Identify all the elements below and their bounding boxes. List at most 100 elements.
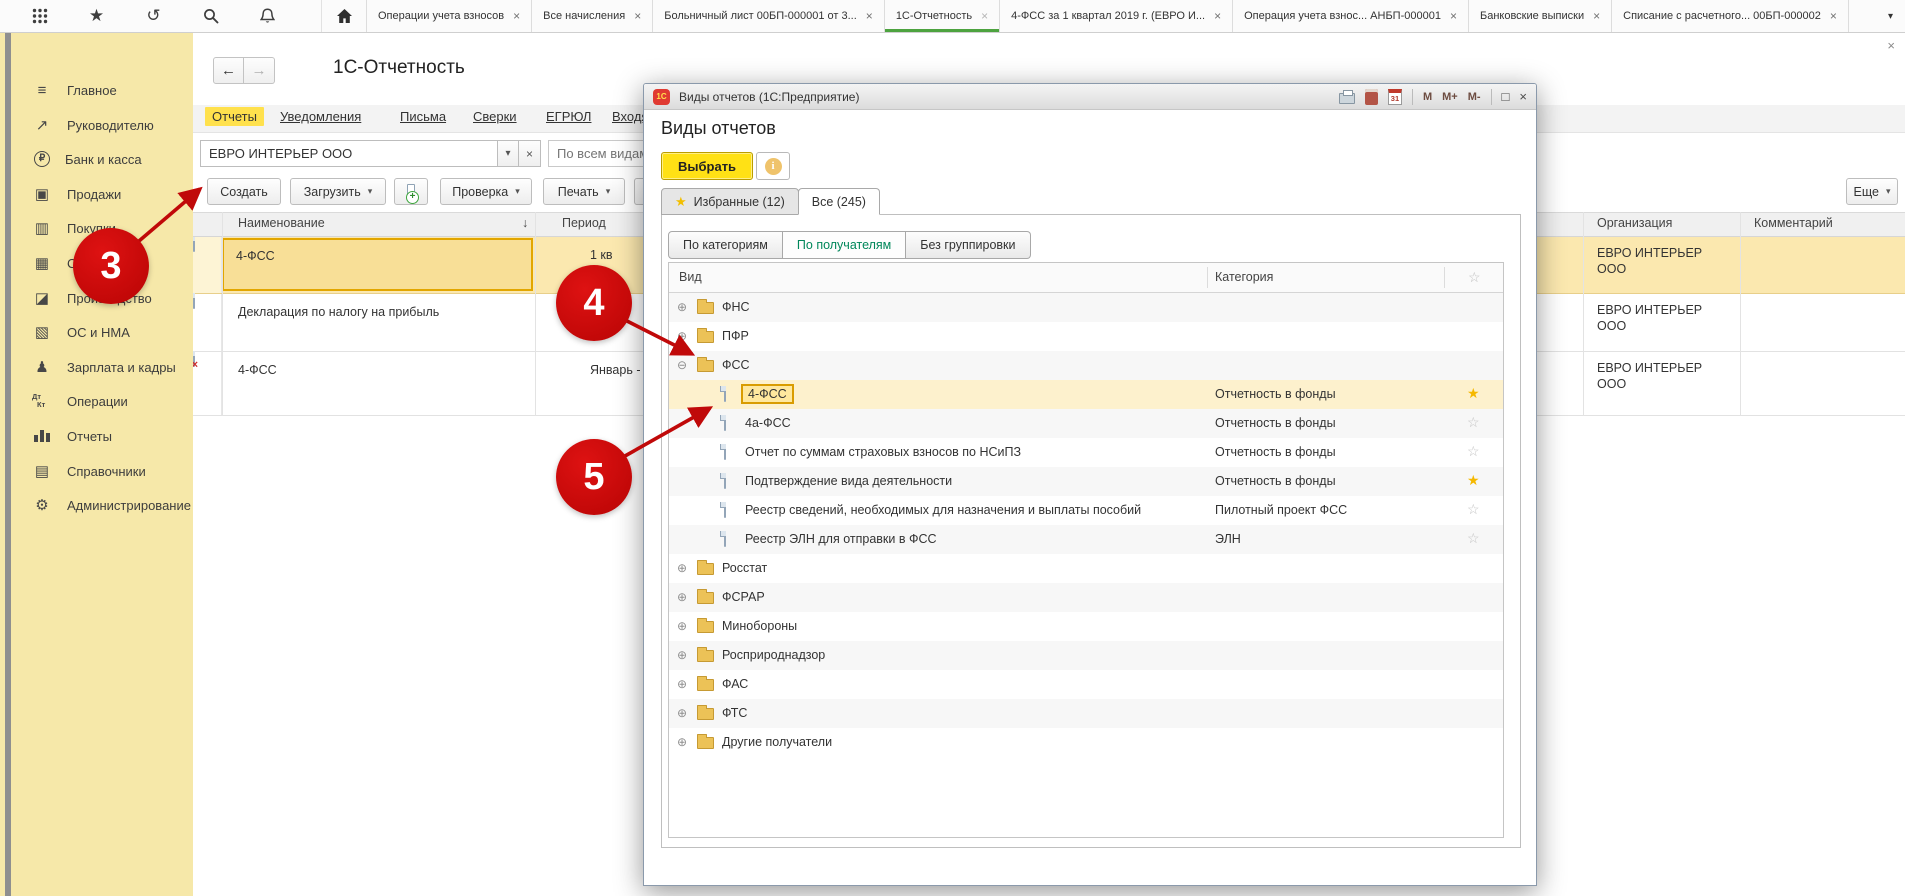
select-button[interactable]: Выбрать bbox=[661, 152, 753, 180]
collapse-icon[interactable]: ⊖ bbox=[677, 359, 687, 371]
app-tab-1c-otchetnost[interactable]: 1С-Отчетность× bbox=[885, 0, 1000, 32]
group-row-minoborony[interactable]: ⊕Минобороны bbox=[669, 612, 1503, 641]
app-tab-bolnichny-list[interactable]: Больничный лист 00БП-000001 от 3...× bbox=[653, 0, 885, 32]
sidebar-item-bank-i-kassa[interactable]: ₽Банк и касса bbox=[32, 142, 142, 176]
sidebar-item-proizvodstvo[interactable]: ◪Производство bbox=[32, 281, 152, 315]
search-icon[interactable] bbox=[201, 7, 220, 26]
expand-icon[interactable]: ⊕ bbox=[677, 301, 687, 313]
sidebar-item-operacii[interactable]: ДтКтОперации bbox=[32, 384, 128, 418]
group-row-fts[interactable]: ⊕ФТС bbox=[669, 699, 1503, 728]
home-tab[interactable] bbox=[321, 0, 367, 32]
load-button[interactable]: Загрузить▾ bbox=[290, 178, 386, 205]
favorite-column-star-icon[interactable]: ☆ bbox=[1468, 269, 1481, 286]
tabs-overflow-icon[interactable]: ▾ bbox=[1882, 0, 1899, 33]
sidebar-item-rukovoditelyu[interactable]: ↗Руководителю bbox=[32, 108, 154, 142]
dialog-title-bar[interactable]: 1С Виды отчетов (1С:Предприятие) 31 M M+… bbox=[644, 84, 1536, 110]
organization-input[interactable] bbox=[200, 140, 497, 167]
tab-close-icon[interactable]: × bbox=[981, 10, 988, 22]
form-close-icon[interactable]: × bbox=[1887, 38, 1895, 53]
menu-grid-icon[interactable] bbox=[30, 7, 49, 26]
column-header-category[interactable]: Категория bbox=[1215, 270, 1273, 284]
group-row-fns[interactable]: ⊕ФНС bbox=[669, 293, 1503, 322]
check-button[interactable]: Проверка▾ bbox=[440, 178, 532, 205]
tab-close-icon[interactable]: × bbox=[1450, 10, 1457, 22]
notifications-bell-icon[interactable] bbox=[258, 7, 277, 26]
tab-close-icon[interactable]: × bbox=[513, 10, 520, 22]
column-header-period[interactable]: Период bbox=[562, 216, 606, 230]
print-icon[interactable] bbox=[1339, 93, 1355, 104]
tab-close-icon[interactable]: × bbox=[1214, 10, 1221, 22]
org-dropdown-icon[interactable]: ▾ bbox=[497, 140, 519, 167]
section-tab-sverki[interactable]: Сверки bbox=[473, 109, 517, 124]
create-from-file-button[interactable] bbox=[394, 178, 428, 205]
item-row-otchet-nsipz[interactable]: Отчет по суммам страховых взносов по НСи… bbox=[669, 438, 1503, 467]
group-row-fsrar[interactable]: ⊕ФСРАР bbox=[669, 583, 1503, 612]
tab-close-icon[interactable]: × bbox=[866, 10, 873, 22]
favorite-star-icon[interactable]: ☆ bbox=[1467, 414, 1480, 431]
create-button[interactable]: Создать bbox=[207, 178, 281, 205]
sidebar-item-glavnoe[interactable]: ≡Главное bbox=[32, 73, 117, 107]
app-tab-vse-nachisleniya[interactable]: Все начисления× bbox=[532, 0, 653, 32]
tab-close-icon[interactable]: × bbox=[1593, 10, 1600, 22]
item-row-4a-fss[interactable]: 4а-ФССОтчетность в фонды☆ bbox=[669, 409, 1503, 438]
expand-icon[interactable]: ⊕ bbox=[677, 736, 687, 748]
print-button[interactable]: Печать▾ bbox=[543, 178, 625, 205]
forward-button[interactable]: → bbox=[244, 57, 275, 84]
group-by-recipients-button[interactable]: По получателям bbox=[783, 231, 906, 259]
column-header-name[interactable]: Наименование bbox=[238, 216, 325, 230]
tab-close-icon[interactable]: × bbox=[1830, 10, 1837, 22]
group-row-fss[interactable]: ⊖ФСС bbox=[669, 351, 1503, 380]
tab-favorites[interactable]: ★Избранные (12) bbox=[661, 188, 799, 215]
calendar-icon[interactable]: 31 bbox=[1388, 89, 1402, 105]
app-tab-operaciya-ucheta-vznosov[interactable]: Операция учета взнос... АНБП-000001× bbox=[1233, 0, 1469, 32]
app-tab-bankovskie-vypiski[interactable]: Банковские выписки× bbox=[1469, 0, 1612, 32]
tab-all[interactable]: Все (245) bbox=[798, 188, 880, 215]
group-row-rosstat[interactable]: ⊕Росстат bbox=[669, 554, 1503, 583]
group-row-fas[interactable]: ⊕ФАС bbox=[669, 670, 1503, 699]
expand-icon[interactable]: ⊕ bbox=[677, 707, 687, 719]
group-row-rosprirodnadzor[interactable]: ⊕Росприроднадзор bbox=[669, 641, 1503, 670]
favorite-star-icon[interactable]: ★ bbox=[1467, 385, 1480, 402]
scale-m-plus-button[interactable]: M+ bbox=[1442, 91, 1458, 103]
scale-m-button[interactable]: M bbox=[1423, 91, 1432, 103]
item-row-reestr-svedeniy[interactable]: Реестр сведений, необходимых для назначе… bbox=[669, 496, 1503, 525]
dialog-close-button[interactable]: × bbox=[1519, 89, 1527, 104]
group-row-pfr[interactable]: ⊕ПФР bbox=[669, 322, 1503, 351]
no-grouping-button[interactable]: Без группировки bbox=[906, 231, 1030, 259]
expand-icon[interactable]: ⊕ bbox=[677, 678, 687, 690]
sidebar-item-sklad[interactable]: ▦Склад bbox=[32, 246, 105, 280]
expand-icon[interactable]: ⊕ bbox=[677, 649, 687, 661]
app-tab-spisanie-s-raschetnogo[interactable]: Списание с расчетного... 00БП-000002× bbox=[1612, 0, 1849, 32]
section-tab-uvedomleniya[interactable]: Уведомления bbox=[280, 109, 361, 124]
column-header-organization[interactable]: Организация bbox=[1597, 216, 1672, 230]
expand-icon[interactable]: ⊕ bbox=[677, 620, 687, 632]
column-header-kind[interactable]: Вид bbox=[679, 270, 702, 284]
tab-close-icon[interactable]: × bbox=[634, 10, 641, 22]
section-tab-pisma[interactable]: Письма bbox=[400, 109, 446, 124]
item-row-podtverzhdenie[interactable]: Подтверждение вида деятельностиОтчетност… bbox=[669, 467, 1503, 496]
sidebar-item-os-i-nma[interactable]: ▧ОС и НМА bbox=[32, 315, 130, 349]
favorite-star-icon[interactable]: ☆ bbox=[1467, 530, 1480, 547]
scale-m-minus-button[interactable]: M- bbox=[1468, 91, 1481, 103]
more-button[interactable]: Еще▾ bbox=[1846, 178, 1898, 205]
group-row-drugie-poluchateli[interactable]: ⊕Другие получатели bbox=[669, 728, 1503, 757]
back-button[interactable]: ← bbox=[213, 57, 244, 84]
favorites-star-icon[interactable]: ★ bbox=[87, 7, 106, 26]
section-tab-egrul[interactable]: ЕГРЮЛ bbox=[546, 109, 591, 124]
history-icon[interactable]: ↺ bbox=[144, 7, 163, 26]
sidebar-splitter[interactable] bbox=[5, 33, 11, 896]
sidebar-item-spravochniki[interactable]: ▤Справочники bbox=[32, 454, 146, 488]
sidebar-item-otchety[interactable]: Отчеты bbox=[32, 419, 112, 453]
favorite-star-icon[interactable]: ☆ bbox=[1467, 501, 1480, 518]
expand-icon[interactable]: ⊕ bbox=[677, 330, 687, 342]
item-row-reestr-eln[interactable]: Реестр ЭЛН для отправки в ФССЭЛН☆ bbox=[669, 525, 1503, 554]
org-clear-icon[interactable]: × bbox=[519, 140, 541, 167]
app-tab-operacii-ucheta-vznosov[interactable]: Операции учета взносов× bbox=[367, 0, 532, 32]
sort-descending-icon[interactable]: ↓ bbox=[522, 216, 528, 230]
expand-icon[interactable]: ⊕ bbox=[677, 591, 687, 603]
info-button[interactable]: i bbox=[756, 152, 790, 180]
calculator-icon[interactable] bbox=[1365, 89, 1378, 105]
favorite-star-icon[interactable]: ★ bbox=[1467, 472, 1480, 489]
sidebar-item-administrirovanie[interactable]: ⚙Администрирование bbox=[32, 488, 191, 522]
item-row-4fss-selected[interactable]: 4-ФССОтчетность в фонды★ bbox=[669, 380, 1503, 409]
